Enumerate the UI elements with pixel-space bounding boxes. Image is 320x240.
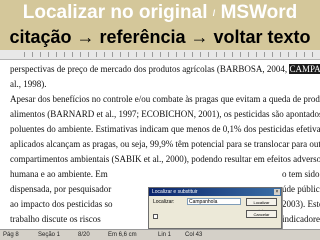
doc-line: aplicados alcançam as pragas, ou seja, 9… [10,139,320,149]
title-part-1: Localizar no original [22,2,208,24]
option-checkbox[interactable] [153,214,158,219]
status-page: Pág 8 [3,232,19,238]
find-dialog: Localizar e substituir × Localizar: Camp… [148,187,282,229]
status-position: Em 6,6 cm [108,232,137,238]
status-section: Seção 1 [38,232,61,238]
doc-line: Apesar dos benefícios no controle e/ou c… [10,94,320,104]
find-input[interactable]: Campanhola [187,198,241,205]
doc-line: al., 1998). [10,79,47,89]
doc-line: o tem sido [282,169,320,179]
doc-line: ao impacto dos pesticidas so [10,199,113,209]
status-line: Lin 1 [158,232,172,238]
ruler-ticks [24,52,314,57]
doc-line: humana e ao ambiente. Em [10,169,108,179]
doc-line: úde pública, [282,184,320,194]
word-window: perspectivas de preço de mercado dos pro… [0,50,320,240]
slide-title-banner: Localizar no original / MSWord citação →… [0,0,320,50]
doc-line: alimentos (BARNARD et al., 1997; ECOBICH… [10,109,320,119]
doc-line: poluentes do ambiente. Estimativas indic… [10,124,320,134]
slide-title-line-1: Localizar no original / MSWord [0,1,320,25]
status-column: Col 43 [185,232,203,238]
find-next-button[interactable]: Localizar próxima [246,198,277,213]
status-bar: Pág 8 Seção 1 8/20 Em 6,6 cm Lin 1 Col 4… [0,229,320,240]
title-separator: / [212,8,216,18]
search-highlight: CAMPANHOLA [289,64,320,74]
doc-line: compartimentos ambientais (SABIK et al.,… [10,154,320,164]
doc-line: dispensada, por pesquisador [10,184,112,194]
slide-title-line-2: citação → referência → voltar texto [9,27,311,47]
doc-line: trabalho discute os riscos [10,214,101,224]
doc-line: indicadores [282,214,320,224]
doc-line: perspectivas de preço de mercado dos pro… [10,63,320,75]
status-pages: 8/20 [78,232,90,238]
find-dialog-title[interactable]: Localizar e substituir [149,188,281,196]
cancel-button[interactable]: Cancelar [246,210,277,218]
horizontal-ruler[interactable] [0,50,320,60]
find-label: Localizar: [153,199,175,205]
doc-text: perspectivas de preço de mercado dos pro… [10,64,288,74]
title-part-2: MSWord [220,2,298,24]
close-icon[interactable]: × [274,189,280,195]
doc-line: 2003). Este [282,199,320,209]
